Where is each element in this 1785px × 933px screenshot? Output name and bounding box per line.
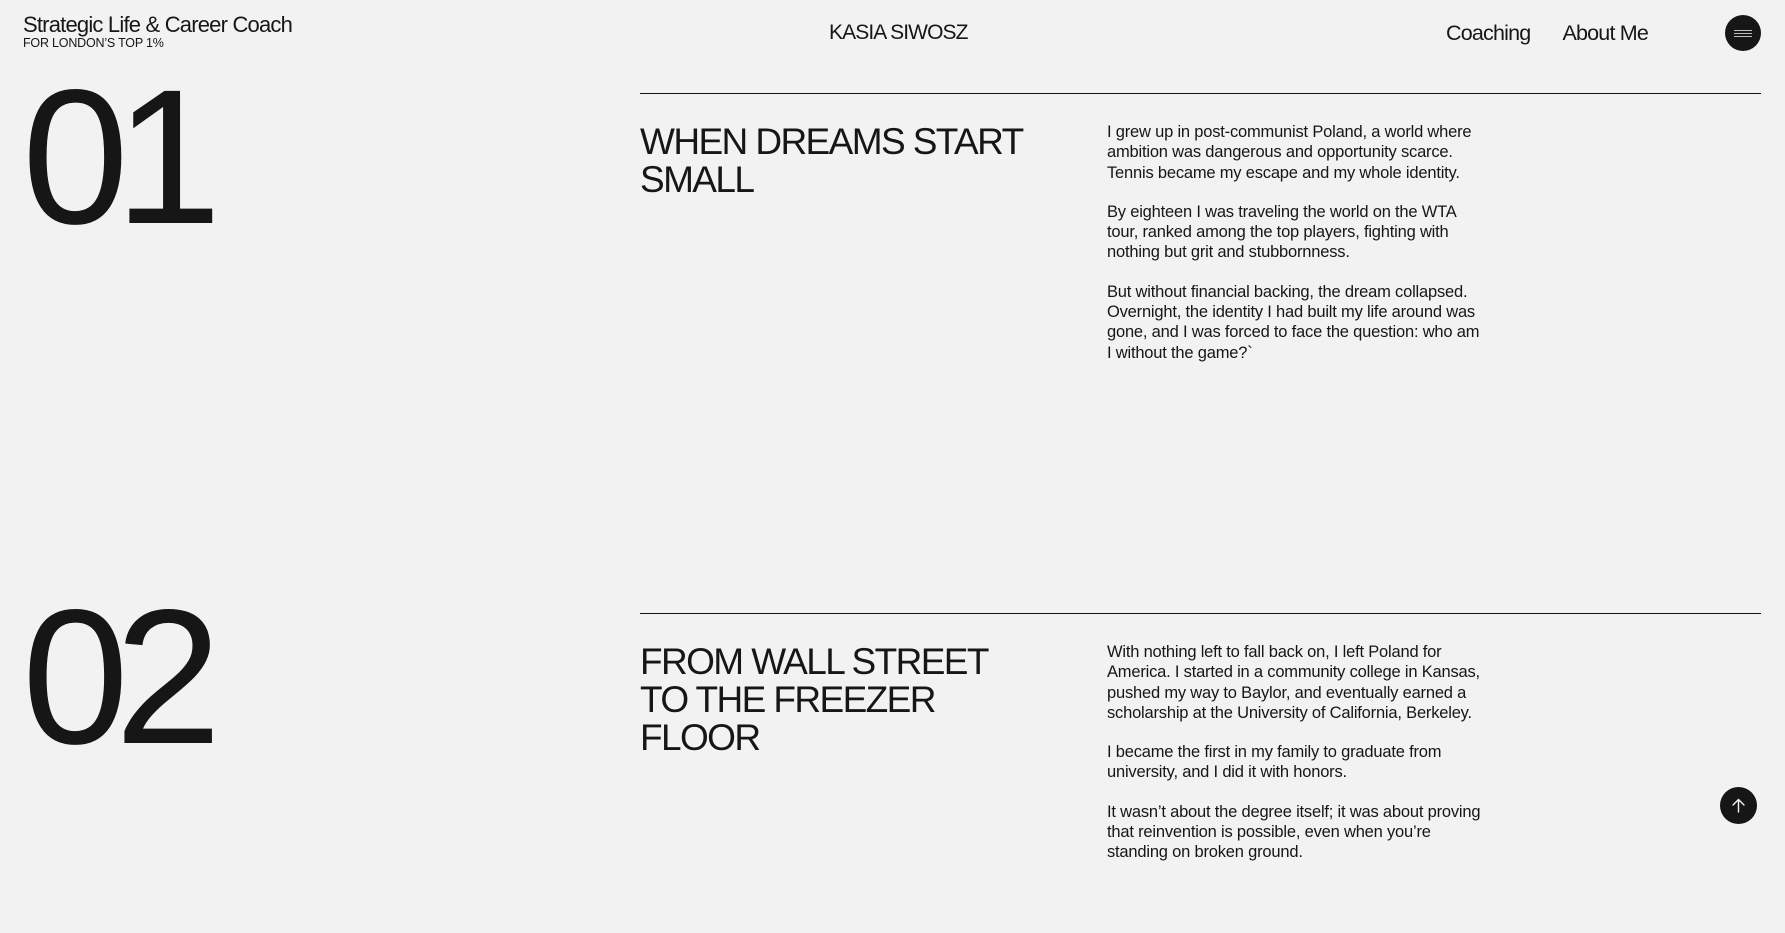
section-divider bbox=[640, 93, 1761, 94]
main-nav: Coaching About Me bbox=[1446, 19, 1649, 47]
section-paragraph: Overnight, the identity I had built my l… bbox=[1107, 303, 1480, 362]
section-body: With nothing left to fall back on, I lef… bbox=[1107, 642, 1487, 882]
site-header: Strategic Life & Career Coach FOR LONDON… bbox=[0, 0, 1785, 70]
section-paragraph: But without financial backing, the dream… bbox=[1107, 282, 1468, 301]
section-title: WHEN DREAMS START SMALL bbox=[640, 123, 1040, 199]
section-paragraph: With nothing left to fall back on, I lef… bbox=[1107, 643, 1480, 722]
section-body: I grew up in post-communist Poland, a wo… bbox=[1107, 122, 1487, 382]
back-to-top-button[interactable] bbox=[1720, 787, 1757, 824]
section-title-line: FROM WALL STREET bbox=[640, 641, 989, 682]
menu-button[interactable] bbox=[1725, 15, 1761, 51]
nav-link-coaching[interactable]: Coaching bbox=[1446, 19, 1531, 47]
section-paragraph: It wasn’t about the degree itself; it wa… bbox=[1107, 802, 1481, 862]
brand-title: Strategic Life & Career Coach bbox=[23, 12, 293, 37]
section-number: 01 bbox=[22, 49, 222, 264]
site-name-link[interactable]: KASIA SIWOSZ bbox=[829, 20, 968, 46]
section-paragraph: I became the first in my family to gradu… bbox=[1107, 743, 1442, 782]
section-title-line: SMALL bbox=[640, 159, 755, 200]
section-title-line: FLOOR bbox=[640, 717, 761, 758]
section-paragraph: I grew up in post-communist Poland, a wo… bbox=[1107, 123, 1472, 182]
section-number: 02 bbox=[22, 569, 222, 784]
brand[interactable]: Strategic Life & Career Coach FOR LONDON… bbox=[23, 12, 293, 51]
section-title: FROM WALL STREET TO THE FREEZER FLOOR bbox=[640, 643, 1040, 757]
section-paragraph: By eighteen I was traveling the world on… bbox=[1107, 202, 1456, 262]
section-title-line: WHEN DREAMS START bbox=[640, 121, 1024, 162]
nav-link-about-me[interactable]: About Me bbox=[1562, 19, 1648, 47]
brand-subtitle: FOR LONDON’S TOP 1% bbox=[23, 36, 164, 50]
arrow-up-icon bbox=[1732, 798, 1745, 813]
section-title-line: TO THE FREEZER bbox=[640, 679, 936, 720]
section-divider bbox=[640, 613, 1761, 614]
